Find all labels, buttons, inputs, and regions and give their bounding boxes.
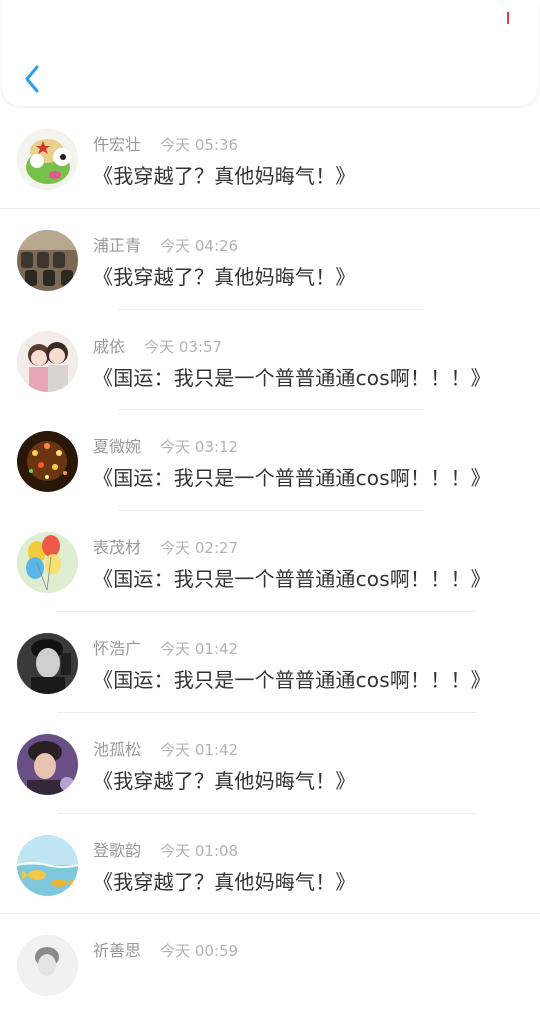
sketch-avatar bbox=[17, 935, 78, 997]
sender-name: 登歌韵 bbox=[93, 840, 142, 860]
sender-name: 怀浩广 bbox=[93, 638, 142, 658]
avatar[interactable] bbox=[17, 431, 78, 493]
timestamp: 今天 02:27 bbox=[160, 539, 239, 558]
message-meta: 浦正青 今天 04:26 bbox=[93, 232, 238, 256]
anime-couple-avatar bbox=[17, 330, 78, 392]
message-text: 《我穿越了？真他妈晦气！》 bbox=[93, 768, 356, 793]
avatar[interactable] bbox=[17, 330, 78, 392]
list-item[interactable]: 浦正青 今天 04:26 《我穿越了？真他妈晦气！》 bbox=[0, 209, 540, 310]
timestamp: 今天 01:42 bbox=[160, 639, 239, 658]
timestamp: 今天 03:12 bbox=[160, 438, 239, 457]
sender-name: 祈善思 bbox=[93, 941, 142, 961]
message-text: 《我穿越了？真他妈晦气！》 bbox=[93, 164, 356, 188]
lights-avatar bbox=[17, 431, 78, 493]
message-text: 《国运：我只是一个普普通通cos啊！！！》 bbox=[93, 365, 491, 390]
avatar[interactable] bbox=[17, 632, 78, 694]
avatar[interactable] bbox=[17, 935, 78, 997]
sender-name: 戚依 bbox=[93, 336, 126, 356]
avatar[interactable] bbox=[17, 129, 78, 190]
message-meta: 戚依 今天 03:57 bbox=[93, 333, 222, 357]
timestamp: 今天 01:42 bbox=[160, 740, 239, 759]
chevron-left-icon bbox=[25, 65, 39, 93]
avatar[interactable] bbox=[17, 229, 78, 291]
message-meta: 怀浩广 今天 01:42 bbox=[93, 635, 238, 659]
message-meta: 表茂材 今天 02:27 bbox=[93, 534, 238, 558]
timestamp: 今天 01:08 bbox=[160, 841, 239, 860]
boy-photo-avatar bbox=[17, 733, 78, 795]
theater-seats-avatar bbox=[17, 229, 78, 291]
sender-name: 仵宏壮 bbox=[93, 135, 142, 154]
message-text: 《我穿越了？真他妈晦气！》 bbox=[93, 264, 356, 289]
man-bw-avatar bbox=[17, 632, 78, 694]
back-button[interactable] bbox=[16, 62, 50, 96]
status-marker bbox=[507, 12, 509, 24]
list-item[interactable]: 祈善思 今天 00:59 bbox=[0, 914, 540, 1015]
sender-name: 浦正青 bbox=[93, 235, 142, 255]
timestamp: 今天 04:26 bbox=[160, 236, 239, 255]
message-text: 《国运：我只是一个普普通通cos啊！！！》 bbox=[93, 466, 491, 491]
list-item[interactable]: 仵宏壮 今天 05:36 《我穿越了？真他妈晦气！》 bbox=[0, 108, 540, 209]
list-item[interactable]: 夏微婉 今天 03:12 《国运：我只是一个普普通通cos啊！！！》 bbox=[0, 410, 540, 512]
message-text: 《国运：我只是一个普普通通cos啊！！！》 bbox=[93, 567, 491, 592]
message-text: 《我穿越了？真他妈晦气！》 bbox=[93, 869, 356, 894]
list-item[interactable]: 戚依 今天 03:57 《国运：我只是一个普普通通cos啊！！！》 bbox=[0, 310, 540, 411]
sender-name: 池孤松 bbox=[93, 739, 142, 759]
message-meta: 祈善思 今天 00:59 bbox=[93, 937, 238, 961]
message-text: 《国运：我只是一个普普通通cos啊！！！》 bbox=[93, 667, 491, 692]
avatar[interactable] bbox=[17, 834, 78, 896]
list-item[interactable]: 登歌韵 今天 01:08 《我穿越了？真他妈晦气！》 bbox=[0, 814, 540, 915]
message-meta: 池孤松 今天 01:42 bbox=[93, 736, 238, 760]
top-bar bbox=[2, 0, 538, 106]
message-list: 仵宏壮 今天 05:36 《我穿越了？真他妈晦气！》 浦正青 今天 04:26 … bbox=[0, 108, 540, 1015]
avatar[interactable] bbox=[17, 532, 78, 594]
timestamp: 今天 05:36 bbox=[160, 136, 239, 154]
fish-sea-avatar bbox=[17, 834, 78, 896]
avatar[interactable] bbox=[17, 733, 78, 795]
message-meta: 夏微婉 今天 03:12 bbox=[93, 433, 238, 457]
list-item[interactable]: 池孤松 今天 01:42 《我穿越了？真他妈晦气！》 bbox=[0, 713, 540, 814]
message-meta: 仵宏壮 今天 05:36 bbox=[93, 131, 238, 155]
frog-cartoon-avatar bbox=[17, 129, 78, 190]
balloons-avatar bbox=[17, 532, 78, 594]
sender-name: 夏微婉 bbox=[93, 437, 142, 457]
sender-name: 表茂材 bbox=[93, 538, 142, 558]
message-meta: 登歌韵 今天 01:08 bbox=[93, 837, 238, 861]
timestamp: 今天 00:59 bbox=[160, 942, 239, 961]
list-item[interactable]: 表茂材 今天 02:27 《国运：我只是一个普普通通cos啊！！！》 bbox=[0, 511, 540, 612]
list-item[interactable]: 怀浩广 今天 01:42 《国运：我只是一个普普通通cos啊！！！》 bbox=[0, 612, 540, 713]
timestamp: 今天 03:57 bbox=[144, 337, 223, 356]
